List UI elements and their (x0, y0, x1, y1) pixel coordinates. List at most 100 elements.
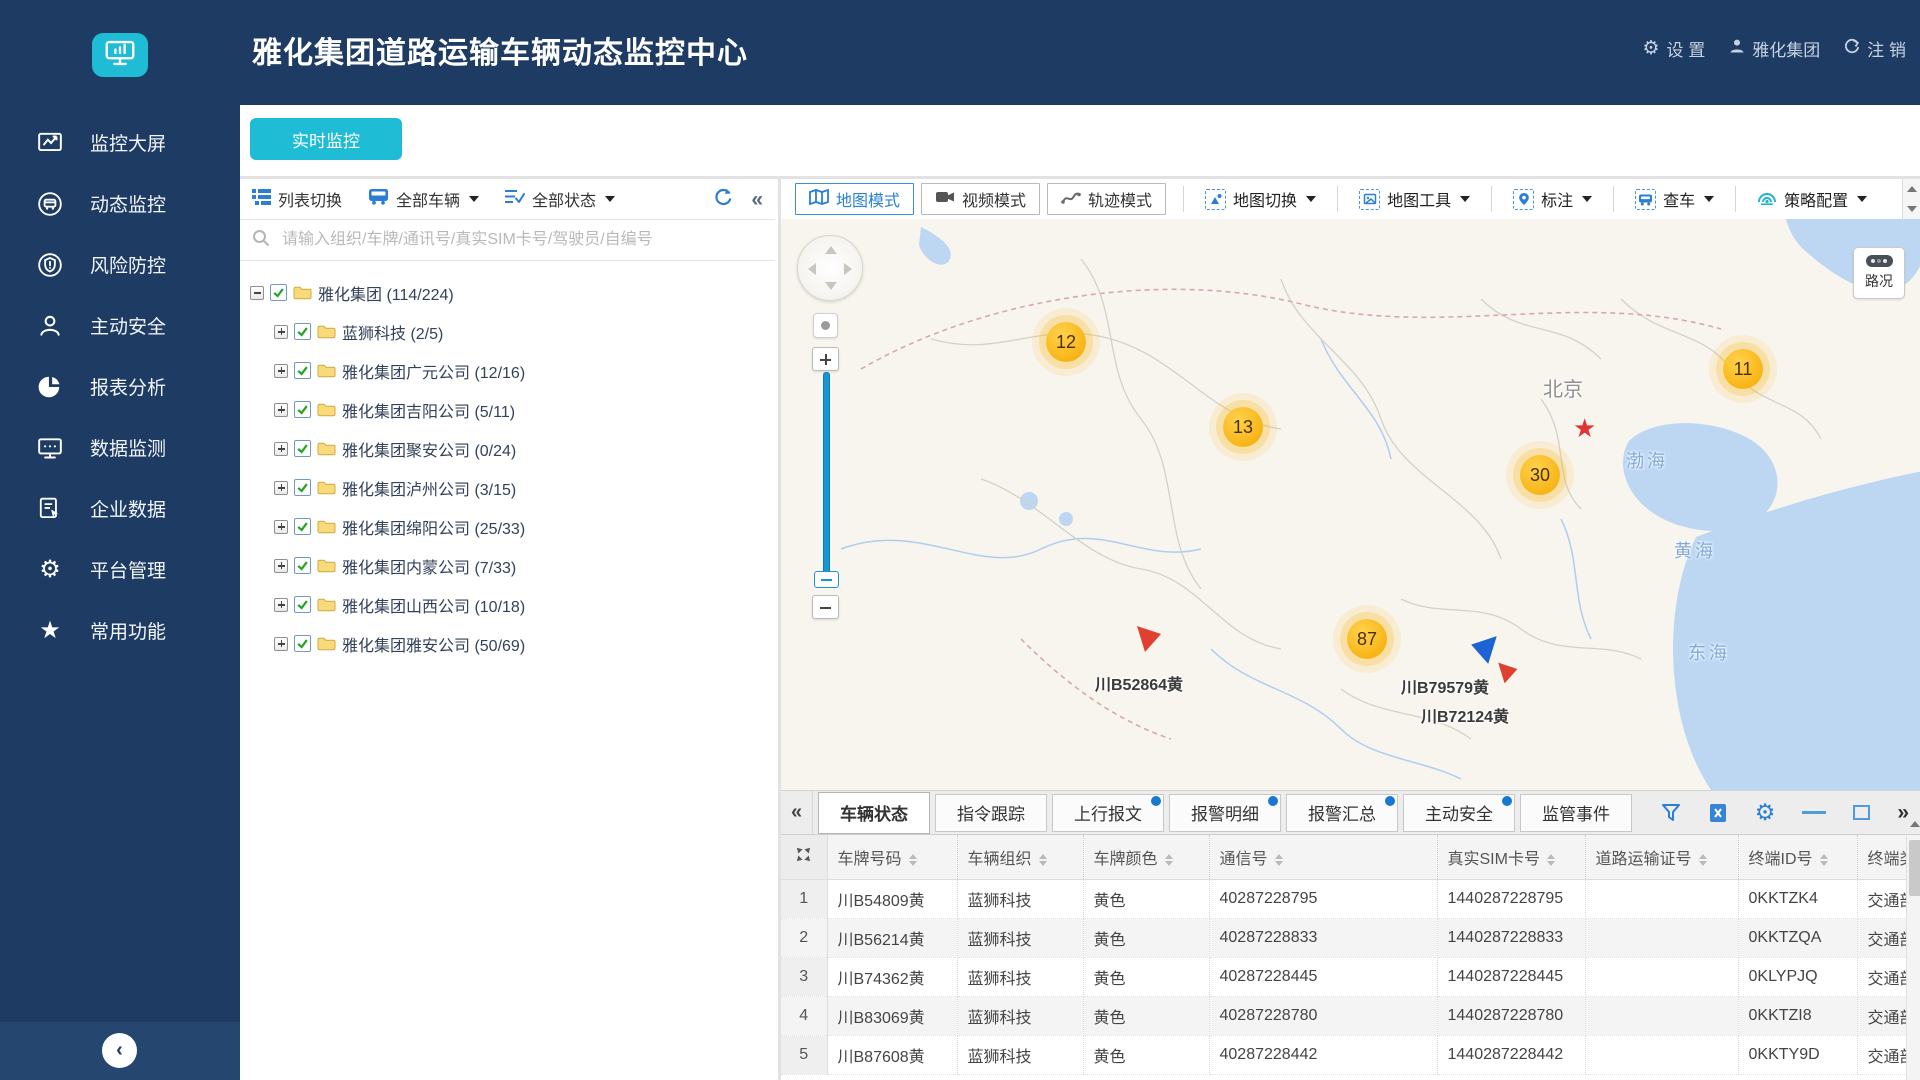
expand-node-icon[interactable] (274, 363, 288, 378)
column-header-terminal-type[interactable]: 终端类型 (1857, 835, 1906, 880)
tab-active-safety[interactable]: 主动安全 (1403, 793, 1515, 832)
checkbox-checked[interactable] (294, 479, 311, 496)
expand-node-icon[interactable] (274, 324, 288, 339)
pan-right-icon[interactable] (844, 263, 852, 275)
expand-node-icon[interactable] (274, 441, 288, 456)
panel-expand-right-icon[interactable]: » (1897, 802, 1909, 823)
expand-node-icon[interactable] (274, 636, 288, 651)
sidebar-item-report-analysis[interactable]: 报表分析 (0, 356, 240, 417)
status-filter-dropdown[interactable]: 全部状态 (505, 187, 616, 211)
checkbox-checked[interactable] (270, 284, 287, 301)
app-logo[interactable] (92, 33, 148, 77)
sidebar-item-dynamic-monitor[interactable]: 动态监控 (0, 173, 240, 234)
video-mode-button[interactable]: 视频模式 (921, 183, 1041, 215)
zoom-out-button[interactable] (812, 595, 839, 619)
pan-down-icon[interactable] (825, 282, 837, 290)
sort-icon[interactable] (908, 853, 917, 866)
vehicle-cluster[interactable]: 30 (1520, 455, 1560, 495)
vehicle-marker-red[interactable] (1133, 624, 1163, 659)
column-header-comm-number[interactable]: 通信号 (1209, 835, 1438, 880)
table-settings-gear-icon[interactable]: ⚙ (1755, 801, 1776, 824)
vehicle-cluster[interactable]: 12 (1046, 322, 1086, 362)
zoom-slider-handle[interactable] (814, 571, 839, 588)
vehicle-marker-red[interactable] (1495, 661, 1519, 690)
sidebar-item-monitor-screen[interactable]: 监控大屏 (0, 112, 240, 173)
filter-icon[interactable] (1661, 803, 1681, 822)
track-mode-button[interactable]: 轨迹模式 (1047, 183, 1167, 215)
sidebar-item-platform-admin[interactable]: ⚙ 平台管理 (0, 539, 240, 600)
pan-up-icon[interactable] (825, 246, 837, 254)
sort-icon[interactable] (1546, 853, 1555, 866)
expand-node-icon[interactable] (274, 402, 288, 417)
tree-node[interactable]: 雅化集团内蒙公司 (7/33) (274, 546, 775, 585)
scroll-up-icon[interactable] (1903, 179, 1920, 199)
traffic-condition-button[interactable]: 路况 (1853, 247, 1905, 299)
vehicle-filter-dropdown[interactable]: 全部车辆 (368, 187, 480, 211)
tree-node[interactable]: 雅化集团绵阳公司 (25/33) (274, 507, 775, 546)
column-header-org[interactable]: 车辆组织 (957, 835, 1084, 880)
table-row[interactable]: 5 川B87608黄 蓝狮科技 黄色 40287228442 144028722… (781, 1035, 1906, 1075)
map-tools-dropdown[interactable]: 地图工具 (1359, 187, 1471, 211)
sidebar-item-enterprise-data[interactable]: 企业数据 (0, 478, 240, 539)
vehicle-cluster[interactable]: 11 (1723, 349, 1763, 389)
settings-button[interactable]: ⚙ 设 置 (1642, 36, 1705, 61)
checkbox-checked[interactable] (294, 596, 311, 613)
toolbar-scrollbar[interactable] (1902, 179, 1920, 219)
vehicle-cluster[interactable]: 87 (1347, 619, 1387, 659)
expand-node-icon[interactable] (274, 558, 288, 573)
zoom-slider-track[interactable] (823, 372, 830, 576)
checkbox-checked[interactable] (294, 518, 311, 535)
expand-node-icon[interactable] (274, 519, 288, 534)
expand-node-icon[interactable] (274, 480, 288, 495)
tree-node[interactable]: 雅化集团广元公司 (12/16) (274, 351, 775, 390)
sort-icon[interactable] (1819, 853, 1828, 866)
table-row[interactable]: 4 川B83069黄 蓝狮科技 黄色 40287228780 144028722… (781, 996, 1906, 1036)
vehicle-cluster[interactable]: 13 (1223, 407, 1263, 447)
sidebar-item-risk-control[interactable]: 风险防控 (0, 234, 240, 295)
map-pan-control[interactable] (797, 235, 863, 301)
map-switch-dropdown[interactable]: 地图切换 (1205, 187, 1317, 211)
strategy-config-dropdown[interactable]: 策略配置 (1757, 187, 1868, 211)
column-header-plate[interactable]: 车牌号码 (827, 835, 958, 880)
refresh-button[interactable] (713, 187, 733, 212)
checkbox-checked[interactable] (294, 440, 311, 457)
tab-alarm-summary[interactable]: 报警汇总 (1286, 793, 1398, 832)
zoom-in-button[interactable] (812, 347, 839, 371)
find-vehicle-dropdown[interactable]: 查车 (1635, 187, 1715, 211)
sidebar-item-common-functions[interactable]: ★ 常用功能 (0, 600, 240, 661)
tree-node[interactable]: 雅化集团泸州公司 (3/15) (274, 468, 775, 507)
tab-alarm-detail[interactable]: 报警明细 (1169, 793, 1281, 832)
checkbox-checked[interactable] (294, 557, 311, 574)
checkbox-checked[interactable] (294, 362, 311, 379)
table-row[interactable]: 1 川B54809黄 蓝狮科技 黄色 40287228795 144028722… (781, 879, 1906, 919)
scroll-down-icon[interactable] (1903, 199, 1920, 219)
maximize-icon[interactable] (1853, 805, 1871, 820)
account-menu[interactable]: 雅化集团 (1729, 36, 1820, 61)
tree-root-node[interactable]: 雅化集团 (114/224) (250, 273, 775, 312)
checkbox-checked[interactable] (294, 401, 311, 418)
annotate-dropdown[interactable]: 标注 (1513, 187, 1593, 211)
sidebar-item-active-safety[interactable]: 主动安全 (0, 295, 240, 356)
logout-button[interactable]: 注 销 (1844, 36, 1906, 61)
collapse-node-icon[interactable] (250, 285, 264, 300)
scroll-up-icon[interactable] (1910, 821, 1920, 827)
excel-export-icon[interactable] (1708, 803, 1728, 823)
sidebar-item-data-monitoring[interactable]: 数据监测 (0, 417, 240, 478)
sort-icon[interactable] (1038, 853, 1047, 866)
tab-uplink-messages[interactable]: 上行报文 (1052, 793, 1164, 832)
table-row[interactable]: 2 川B56214黄 蓝狮科技 黄色 40287228833 144028722… (781, 918, 1906, 958)
column-header-terminal-id[interactable]: 终端ID号 (1738, 835, 1858, 880)
tab-supervision-events[interactable]: 监管事件 (1520, 793, 1632, 832)
sidebar-collapse-button[interactable]: ‹ (102, 1033, 137, 1068)
collapse-panel-button[interactable]: « (751, 189, 763, 210)
tree-node[interactable]: 雅化集团聚安公司 (0/24) (274, 429, 775, 468)
tab-vehicle-status[interactable]: 车辆状态 (818, 791, 930, 834)
map-mode-button[interactable]: 地图模式 (795, 183, 915, 215)
pan-left-icon[interactable] (808, 263, 816, 275)
tree-node[interactable]: 雅化集团山西公司 (10/18) (274, 585, 775, 624)
list-toggle-button[interactable]: 列表切换 (252, 187, 342, 211)
table-scrollbar[interactable] (1906, 821, 1920, 1080)
column-header-transport-cert[interactable]: 道路运输证号 (1585, 835, 1739, 880)
realtime-monitor-tab[interactable]: 实时监控 (250, 118, 402, 160)
tab-command-tracking[interactable]: 指令跟踪 (935, 793, 1047, 832)
